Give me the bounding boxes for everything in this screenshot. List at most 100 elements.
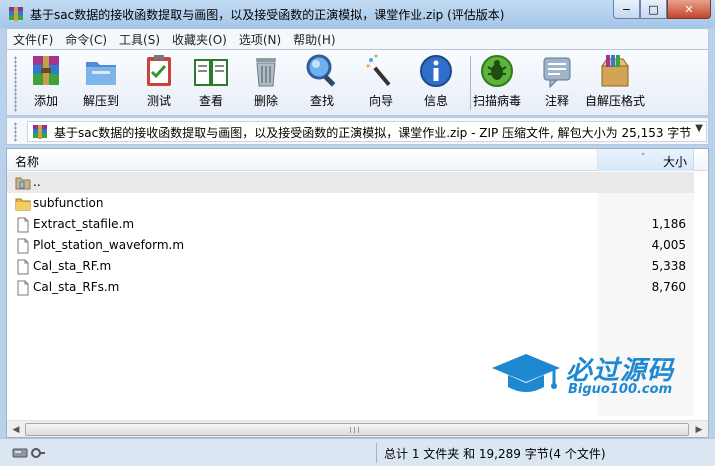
list-item[interactable]: Cal_sta_RF.m 5,338	[7, 256, 708, 277]
sfx-label: 自解压格式	[585, 94, 646, 108]
menu-tools[interactable]: 工具(S)	[113, 31, 166, 48]
delete-button[interactable]: 删除	[247, 52, 285, 109]
test-button[interactable]: 测试	[140, 52, 178, 109]
toolbar-grip[interactable]	[14, 56, 17, 112]
wizard-label: 向导	[368, 94, 393, 108]
list-item[interactable]: ..	[7, 172, 708, 193]
name-cell	[7, 172, 598, 193]
file-icon	[17, 217, 29, 233]
add-archive-icon	[33, 56, 59, 85]
column-size-label: 大小	[662, 155, 687, 169]
add-button[interactable]: 添加	[27, 52, 65, 109]
scroll-grip-icon	[350, 427, 359, 433]
menu-file[interactable]: 文件(F)	[7, 31, 59, 48]
scan-virus-button[interactable]: 扫描病毒	[473, 52, 521, 109]
file-icon	[17, 238, 29, 254]
find-label: 查找	[309, 94, 334, 108]
extract-label: 解压到	[82, 94, 119, 108]
file-name: ..	[33, 175, 41, 189]
toolbar: 添加 解压到 测试 查看 删除 查找 向导 信息 扫描病毒 注释 自解压格式	[6, 50, 709, 116]
view-label: 查看	[198, 94, 223, 108]
scroll-thumb[interactable]	[25, 423, 689, 436]
trash-icon	[256, 58, 276, 87]
scan-label: 扫描病毒	[473, 94, 522, 108]
list-item[interactable]: Plot_station_waveform.m 4,005	[7, 235, 708, 256]
address-bar: 基于sac数据的接收函数提取与画图，以及接受函数的正演模拟，课堂作业.zip -…	[6, 117, 709, 145]
column-header: 名称 ˄ 大小	[7, 149, 708, 171]
file-name: Cal_sta_RF.m	[33, 259, 112, 273]
file-icon	[17, 259, 29, 275]
column-size[interactable]: ˄ 大小	[598, 149, 694, 171]
file-size: 5,338	[651, 259, 686, 273]
folder-icon	[15, 198, 31, 211]
file-size: 1,186	[651, 217, 686, 231]
file-icon	[17, 280, 29, 296]
file-name: Extract_stafile.m	[33, 217, 135, 231]
graduation-cap-icon	[492, 354, 560, 392]
toolbar-separator	[470, 56, 471, 110]
winrar-icon	[9, 7, 23, 21]
magnifier-icon	[306, 54, 336, 87]
test-label: 测试	[146, 94, 171, 108]
status-bar: 总计 1 文件夹 和 19,289 字节(4 个文件)	[0, 438, 715, 466]
size-cell	[598, 193, 694, 214]
window-title: 基于sac数据的接收函数提取与画图，以及接受函数的正演模拟，课堂作业.zip (…	[30, 8, 505, 22]
menu-favorites[interactable]: 收藏夹(O)	[166, 31, 233, 48]
close-button[interactable]: ✕	[667, 0, 711, 19]
virus-scan-icon	[481, 55, 513, 87]
menu-bar: 文件(F) 命令(C) 工具(S) 收藏夹(O) 选项(N) 帮助(H)	[6, 28, 709, 50]
column-filler	[694, 149, 708, 171]
view-book-icon	[194, 59, 228, 86]
horizontal-scrollbar[interactable]: ◀ ▶	[7, 420, 708, 437]
window-controls: − □ ✕	[613, 0, 711, 20]
file-rows: .. subfunction Extract_stafile.m 1,186 P…	[7, 172, 708, 298]
list-item[interactable]: Extract_stafile.m 1,186	[7, 214, 708, 235]
minimize-button[interactable]: −	[613, 0, 640, 19]
winrar-archive-icon	[33, 125, 47, 139]
address-grip[interactable]	[14, 122, 17, 142]
test-clipboard-icon	[147, 55, 171, 86]
column-name[interactable]: 名称	[7, 149, 598, 171]
add-label: 添加	[33, 94, 58, 108]
delete-label: 删除	[253, 94, 278, 108]
file-name: subfunction	[33, 196, 104, 210]
menu-options[interactable]: 选项(N)	[233, 31, 287, 48]
sfx-button[interactable]: 自解压格式	[585, 52, 645, 109]
column-name-label: 名称	[15, 155, 40, 169]
magic-wand-icon	[366, 54, 391, 87]
address-field[interactable]: 基于sac数据的接收函数提取与画图，以及接受函数的正演模拟，课堂作业.zip -…	[27, 121, 707, 142]
file-size: 4,005	[651, 238, 686, 252]
wizard-button[interactable]: 向导	[362, 52, 400, 109]
maximize-button[interactable]: □	[640, 0, 667, 19]
status-separator	[376, 443, 377, 463]
file-size: 8,760	[651, 280, 686, 294]
list-item[interactable]: Cal_sta_RFs.m 8,760	[7, 277, 708, 298]
watermark-text-en: Biguo100.com	[568, 382, 673, 397]
address-dropdown-icon[interactable]: ▼	[695, 123, 703, 134]
menu-help[interactable]: 帮助(H)	[287, 31, 341, 48]
extract-folder-icon	[86, 62, 116, 85]
extract-to-button[interactable]: 解压到	[82, 52, 120, 109]
status-text: 总计 1 文件夹 和 19,289 字节(4 个文件)	[384, 447, 606, 461]
info-button[interactable]: 信息	[417, 52, 455, 109]
list-item[interactable]: subfunction	[7, 193, 708, 214]
sfx-box-icon	[601, 55, 629, 87]
view-button[interactable]: 查看	[192, 52, 230, 109]
comment-icon	[543, 57, 571, 89]
file-name: Plot_station_waveform.m	[33, 238, 185, 252]
comment-label: 注释	[544, 94, 569, 108]
drive-key-icon	[12, 448, 45, 458]
menu-command[interactable]: 命令(C)	[59, 31, 113, 48]
address-text: 基于sac数据的接收函数提取与画图，以及接受函数的正演模拟，课堂作业.zip -…	[54, 126, 692, 140]
comment-button[interactable]: 注释	[538, 52, 576, 109]
scroll-right-icon[interactable]: ▶	[691, 422, 707, 437]
size-cell	[598, 172, 694, 193]
watermark-logo: 必过源码 Biguo100.com	[488, 346, 690, 402]
info-icon	[420, 55, 452, 87]
info-label: 信息	[423, 94, 448, 108]
find-button[interactable]: 查找	[303, 52, 341, 109]
title-bar: 基于sac数据的接收函数提取与画图，以及接受函数的正演模拟，课堂作业.zip (…	[0, 0, 715, 28]
up-folder-icon	[15, 177, 31, 190]
scroll-left-icon[interactable]: ◀	[8, 422, 24, 437]
file-name: Cal_sta_RFs.m	[33, 280, 120, 294]
